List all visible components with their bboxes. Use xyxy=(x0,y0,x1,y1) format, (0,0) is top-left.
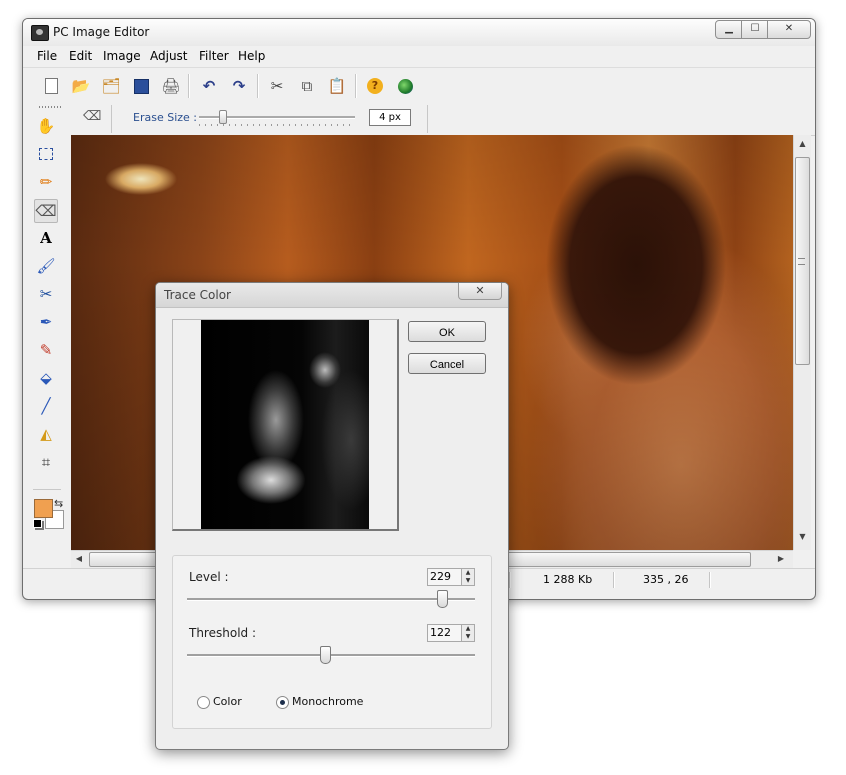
toolbar-separator xyxy=(355,74,357,98)
line-icon[interactable]: ╱ xyxy=(35,395,57,417)
file-size-status: 1 288 Kb xyxy=(543,573,593,586)
erase-size-value[interactable]: 4 px xyxy=(369,109,411,126)
web-icon[interactable] xyxy=(395,76,415,96)
crop-icon[interactable]: ⌗ xyxy=(35,451,57,473)
cancel-button[interactable]: Cancel xyxy=(408,353,486,374)
level-slider-thumb[interactable] xyxy=(437,590,448,608)
maximize-button[interactable]: ☐ xyxy=(741,20,769,39)
vertical-scrollbar[interactable]: ▲ ▼ xyxy=(793,135,811,550)
text-icon[interactable]: A xyxy=(35,227,57,249)
trace-options-group: Level : 229 ▲ ▼ Threshold : 122 ▲ ▼ Color … xyxy=(172,555,492,729)
color-radio[interactable] xyxy=(197,696,210,709)
dialog-title: Trace Color xyxy=(164,288,231,302)
dialog-close-icon[interactable]: ✕ xyxy=(458,283,502,300)
eyedropper-icon[interactable]: ✎ xyxy=(35,339,57,361)
erase-size-label: Erase Size : xyxy=(133,111,197,124)
trace-color-dialog: Trace Color ✕ OK Cancel Level : 229 ▲ ▼ T… xyxy=(155,282,509,750)
threshold-slider-thumb[interactable] xyxy=(320,646,331,664)
menu-help[interactable]: Help xyxy=(238,49,265,63)
status-separator xyxy=(509,572,511,588)
menu-edit[interactable]: Edit xyxy=(69,49,92,63)
erase-size-ticks xyxy=(199,124,355,126)
menu-adjust[interactable]: Adjust xyxy=(150,49,188,63)
monochrome-radio[interactable] xyxy=(276,696,289,709)
new-document-icon[interactable] xyxy=(41,76,61,96)
toolbar-separator xyxy=(188,74,190,98)
title-bar: PC Image Editor ▁ ☐ ✕ xyxy=(23,19,815,47)
pencil-icon[interactable]: ✏ xyxy=(35,171,57,193)
airbrush-icon[interactable]: ✒ xyxy=(35,311,57,333)
copy-icon[interactable]: ⧉ xyxy=(297,76,317,96)
coordinates-status: 335 , 26 xyxy=(643,573,689,586)
cut-icon[interactable]: ✂ xyxy=(267,76,287,96)
options-bar: ⌫ Erase Size : 4 px xyxy=(71,101,815,136)
paste-icon[interactable]: 📋 xyxy=(327,76,347,96)
threshold-slider[interactable] xyxy=(187,654,475,657)
options-separator xyxy=(427,105,428,133)
level-label: Level : xyxy=(189,570,229,584)
open-folder-icon[interactable]: 📂 xyxy=(71,76,91,96)
erase-size-slider-thumb[interactable] xyxy=(219,110,227,124)
help-icon[interactable]: ? xyxy=(365,76,385,96)
color-radio-label[interactable]: Color xyxy=(213,695,242,708)
browse-icon[interactable]: 🗂 xyxy=(101,76,121,96)
menu-bar: File Edit Image Adjust Filter Help xyxy=(23,46,815,66)
undo-icon[interactable]: ↶ xyxy=(199,76,219,96)
menu-file[interactable]: File xyxy=(37,49,57,63)
toolbar-separator xyxy=(257,74,259,98)
eraser-option-icon: ⌫ xyxy=(83,109,102,124)
scroll-grip-icon xyxy=(798,258,805,265)
scroll-up-icon[interactable]: ▲ xyxy=(794,139,811,148)
status-separator xyxy=(613,572,615,588)
monochrome-radio-label[interactable]: Monochrome xyxy=(292,695,363,708)
reset-colors-icon[interactable] xyxy=(33,519,42,528)
close-button[interactable]: ✕ xyxy=(767,20,811,39)
shapes-icon[interactable]: ◭ xyxy=(35,423,57,445)
grip-handle[interactable] xyxy=(39,106,61,108)
brush-icon[interactable]: 🖌 xyxy=(35,255,57,277)
save-icon[interactable] xyxy=(131,76,151,96)
primary-color-swatch[interactable] xyxy=(34,499,53,518)
ok-button[interactable]: OK xyxy=(408,321,486,342)
eraser-icon[interactable]: ⌫ xyxy=(34,199,58,223)
options-separator xyxy=(111,105,112,133)
selection-icon[interactable] xyxy=(35,143,57,165)
level-spinner[interactable]: ▲ ▼ xyxy=(461,568,475,586)
hand-icon[interactable]: ✋ xyxy=(35,115,57,137)
app-icon xyxy=(31,25,49,41)
status-separator xyxy=(709,572,711,588)
tool-separator xyxy=(33,489,61,490)
menu-image[interactable]: Image xyxy=(103,49,141,63)
threshold-spinner[interactable]: ▲ ▼ xyxy=(461,624,475,642)
menu-filter[interactable]: Filter xyxy=(199,49,229,63)
minimize-button[interactable]: ▁ xyxy=(715,20,743,39)
level-slider[interactable] xyxy=(187,598,475,601)
dialog-title-bar: Trace Color ✕ xyxy=(156,283,508,308)
clone-icon[interactable]: ✂ xyxy=(35,283,57,305)
toolbar: 📂 🗂 🖨 ↶ ↷ ✂ ⧉ 📋 ? xyxy=(23,67,815,103)
print-icon[interactable]: 🖨 xyxy=(161,76,181,96)
threshold-label: Threshold : xyxy=(189,626,256,640)
preview-panel xyxy=(172,319,399,531)
preview-figure xyxy=(201,320,369,529)
fill-icon[interactable]: ⬙ xyxy=(35,367,57,389)
swap-colors-icon[interactable]: ⇆ xyxy=(54,497,63,510)
trace-preview-image xyxy=(201,320,369,529)
window-title: PC Image Editor xyxy=(53,25,150,39)
scroll-down-icon[interactable]: ▼ xyxy=(794,532,811,541)
scroll-left-icon[interactable]: ◀ xyxy=(73,554,85,563)
scroll-right-icon[interactable]: ▶ xyxy=(775,554,787,563)
redo-icon[interactable]: ↷ xyxy=(229,76,249,96)
